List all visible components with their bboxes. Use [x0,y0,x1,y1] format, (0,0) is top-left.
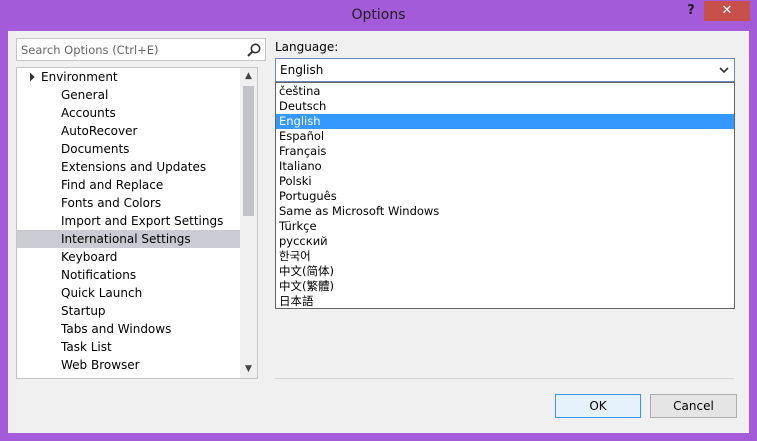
language-option[interactable]: 한국어 [276,249,734,264]
tree-item-label: Fonts and Colors [61,196,162,210]
tree-item[interactable]: Notifications [17,266,240,284]
title-bar[interactable]: Options ? ✕ [0,0,757,31]
tree-item-label: Notifications [61,268,137,282]
options-tree: Environment General Accounts AutoRecover Do… [16,67,258,379]
tree-item[interactable]: Import and Export Settings [17,212,240,230]
language-option[interactable]: Français [276,144,734,159]
tree-item[interactable]: Find and Replace [17,176,240,194]
ok-button[interactable]: OK [555,394,641,418]
tree-item[interactable]: International Settings [17,230,240,248]
search-input[interactable] [21,41,236,58]
tree-item[interactable]: Documents [17,140,240,158]
tree-item-label: Task List [61,340,112,354]
tree-item-label: Keyboard [61,250,118,264]
tree-list: Environment General Accounts AutoRecover Do… [17,68,240,378]
language-option[interactable]: Polski [276,174,734,189]
language-option[interactable]: Türkçe [276,219,734,234]
tree-item[interactable]: Accounts [17,104,240,122]
tree-item-label: Extensions and Updates [61,160,207,174]
language-option[interactable]: English [276,114,734,129]
tree-item-label: Web Browser [61,358,140,372]
language-select[interactable]: English [275,58,735,82]
tree-item-label: International Settings [61,232,191,246]
language-option[interactable]: Deutsch [276,99,734,114]
tree-item-environment[interactable]: Environment [17,68,240,86]
scroll-down-icon[interactable]: ▼ [240,361,257,378]
language-option[interactable]: Español [276,129,734,144]
tree-scrollbar[interactable]: ▲ ▼ [240,68,257,378]
tree-item-label: AutoRecover [61,124,138,138]
language-option[interactable]: Português [276,189,734,204]
expand-collapse-icon[interactable] [25,72,35,82]
tree-item-label: Startup [61,304,106,318]
language-option[interactable]: Italiano [276,159,734,174]
tree-item-label: Quick Launch [61,286,143,300]
tree-item-label: Environment [41,70,118,84]
chevron-down-icon [719,67,729,74]
language-selected-value: English [280,63,324,77]
dialog-body: Environment General Accounts AutoRecover Do… [8,31,749,433]
tree-item-label: Tabs and Windows [61,322,172,336]
search-icon[interactable] [246,42,262,58]
help-button[interactable]: ? [680,1,702,21]
options-dialog: Options ? ✕ Environment General Accounts A… [0,0,757,441]
close-icon: ✕ [721,3,733,18]
tree-item[interactable]: Tabs and Windows [17,320,240,338]
language-option[interactable]: 中文(繁體) [276,279,734,294]
tree-item-label: General [61,88,109,102]
language-option[interactable]: čeština [276,84,734,99]
tree-item-label: Import and Export Settings [61,214,224,228]
language-option[interactable]: 中文(简体) [276,264,734,279]
language-option[interactable]: 日本語 [276,294,734,309]
tree-item-label: Find and Replace [61,178,164,192]
scrollbar-thumb[interactable] [243,86,254,216]
window-title: Options [351,7,406,23]
tree-item[interactable]: Web Browser [17,356,240,374]
tree-item[interactable]: Startup [17,302,240,320]
language-label: Language: [275,40,339,54]
footer-divider [275,378,734,379]
cancel-button[interactable]: Cancel [650,394,737,418]
language-option[interactable]: Same as Microsoft Windows [276,204,734,219]
tree-item[interactable]: General [17,86,240,104]
tree-item-label: Documents [61,142,130,156]
tree-item[interactable]: Task List [17,338,240,356]
tree-item-label: Accounts [61,106,116,120]
language-dropdown-list: čeština Deutsch English Español Français Ital… [275,82,735,309]
language-option[interactable]: русский [276,234,734,249]
tree-item[interactable]: Extensions and Updates [17,158,240,176]
tree-item[interactable]: Quick Launch [17,284,240,302]
tree-item[interactable]: Keyboard [17,248,240,266]
tree-item[interactable]: Fonts and Colors [17,194,240,212]
close-button[interactable]: ✕ [704,1,750,21]
tree-item[interactable]: AutoRecover [17,122,240,140]
search-box[interactable] [16,38,266,61]
scroll-up-icon[interactable]: ▲ [240,68,257,85]
